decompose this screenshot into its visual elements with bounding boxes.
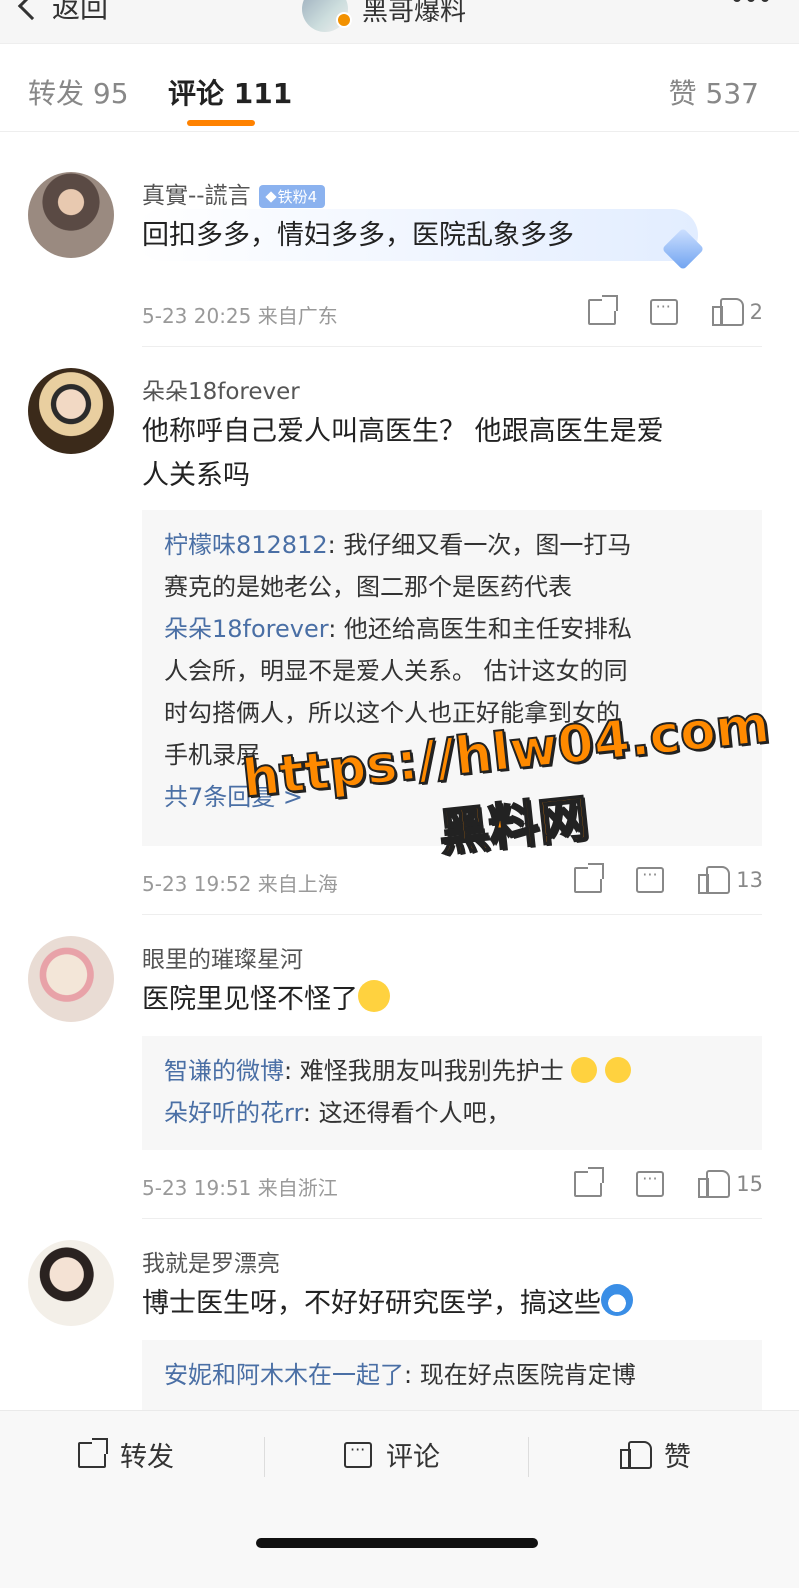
- comment-meta: 5-23 19:52 来自上海: [142, 872, 338, 896]
- back-button[interactable]: 返回: [17, 0, 109, 26]
- comment-icon[interactable]: [636, 1169, 665, 1197]
- share-icon[interactable]: [587, 295, 618, 325]
- reply-box[interactable]: 智谦的微博: 难怪我朋友叫我别先护士 朵好听的花rr: 这还得看个人吧，: [142, 1036, 762, 1150]
- thumbs-up-icon: [698, 866, 731, 894]
- back-label: 返回: [52, 0, 109, 24]
- verified-icon: [336, 12, 352, 28]
- comment-actions: 2: [587, 295, 763, 326]
- avatar[interactable]: [28, 172, 114, 258]
- avatar[interactable]: [28, 368, 114, 454]
- bottom-action-bar: 转发 评论 赞: [0, 1410, 799, 1588]
- comment-actions: 13: [574, 863, 763, 894]
- nav-account[interactable]: 黑哥爆料: [302, 0, 466, 32]
- chevron-left-icon: [17, 0, 47, 21]
- top-nav: 返回 黑哥爆料: [0, 0, 799, 44]
- laughing-crying-emoji-icon: [571, 1057, 598, 1083]
- like-button[interactable]: 15: [698, 1170, 763, 1198]
- thumbs-up-icon: [711, 298, 744, 326]
- repost-button[interactable]: 转发: [78, 1435, 174, 1474]
- comment-actions: 15: [574, 1167, 763, 1198]
- laughing-crying-emoji-icon: [605, 1057, 631, 1083]
- comment-text: 回扣多多，情妇多多，医院乱象多多: [142, 220, 574, 251]
- reply-author[interactable]: 安妮和阿木木在一起了: [164, 1361, 404, 1389]
- share-icon: [78, 1437, 108, 1468]
- separator: [264, 1437, 265, 1477]
- comment-meta: 5-23 19:51 来自浙江: [142, 1176, 338, 1200]
- reply: 智谦的微博: 难怪我朋友叫我别先护士: [164, 1050, 740, 1092]
- nav-title: 黑哥爆料: [362, 0, 467, 27]
- reply-box[interactable]: 柠檬味812812: 我仔细又看一次，图一打马 赛克的是她老公，图二那个是医药代…: [142, 510, 762, 846]
- tab-repost[interactable]: 转发 95: [28, 72, 129, 112]
- share-icon[interactable]: [574, 1167, 605, 1197]
- comment-meta: 5-23 20:25 来自广东: [142, 304, 338, 328]
- like-button[interactable]: 13: [698, 866, 763, 894]
- comment-button[interactable]: 评论: [344, 1435, 799, 1474]
- reply-author[interactable]: 柠檬味812812: [164, 531, 328, 559]
- thumbs-up-icon: [698, 1170, 731, 1198]
- tab-likes[interactable]: 赞 537: [669, 72, 759, 112]
- active-tab-indicator: [187, 120, 255, 126]
- reply: 柠檬味812812: 我仔细又看一次，图一打马: [164, 531, 632, 559]
- share-icon[interactable]: [574, 863, 605, 893]
- more-dots-icon: [733, 0, 741, 2]
- laughing-crying-emoji-icon: [358, 980, 390, 1012]
- comment-icon[interactable]: [649, 297, 678, 325]
- more-button[interactable]: [733, 0, 769, 2]
- reply: 安妮和阿木木在一起了: 现在好点医院肯定博: [164, 1361, 636, 1389]
- comment-author[interactable]: 朵朵18forever: [142, 372, 300, 406]
- comment-icon: [344, 1440, 372, 1468]
- more-replies-link[interactable]: 共7条回复 >: [164, 776, 740, 818]
- avatar[interactable]: [28, 1240, 114, 1326]
- comment-text: 医院里见怪不怪了: [142, 978, 762, 1022]
- diamond-icon: [264, 190, 277, 203]
- reply: 朵朵18forever: 他还给高医生和主任安排私: [164, 615, 632, 643]
- like-button[interactable]: 赞: [620, 1435, 691, 1474]
- reply-author[interactable]: 智谦的微博: [164, 1057, 284, 1085]
- separator: [528, 1437, 529, 1477]
- comment-author[interactable]: 真實--謊言 铁粉4: [142, 176, 326, 210]
- divider: [142, 346, 762, 347]
- reply-box[interactable]: 安妮和阿木木在一起了: 现在好点医院肯定博: [142, 1340, 762, 1410]
- doraemon-emoji-icon: [601, 1284, 633, 1316]
- divider: [142, 914, 762, 915]
- like-button[interactable]: 2: [711, 298, 763, 326]
- thumbs-up-icon: [620, 1440, 652, 1469]
- comment-icon[interactable]: [636, 865, 665, 893]
- account-avatar: [302, 0, 352, 32]
- comment-author[interactable]: 眼里的璀璨星河: [142, 940, 303, 974]
- reply-author[interactable]: 朵好听的花rr: [164, 1099, 303, 1127]
- comment-text: 他称呼自己爱人叫高医生？ 他跟高医生是爱 人关系吗: [142, 416, 664, 491]
- home-indicator[interactable]: [256, 1538, 538, 1548]
- fan-badge: 铁粉4: [258, 185, 326, 208]
- reply: 朵好听的花rr: 这还得看个人吧，: [164, 1099, 511, 1127]
- comment-text: 博士医生呀，不好好研究医学，搞这些: [142, 1282, 762, 1326]
- tab-comments[interactable]: 评论 111: [168, 72, 292, 112]
- avatar[interactable]: [28, 936, 114, 1022]
- reply-author[interactable]: 朵朵18forever: [164, 615, 328, 643]
- divider: [142, 1218, 762, 1219]
- comment-author[interactable]: 我就是罗漂亮: [142, 1244, 280, 1278]
- tab-bar: 转发 95 评论 111 赞 537: [0, 62, 799, 132]
